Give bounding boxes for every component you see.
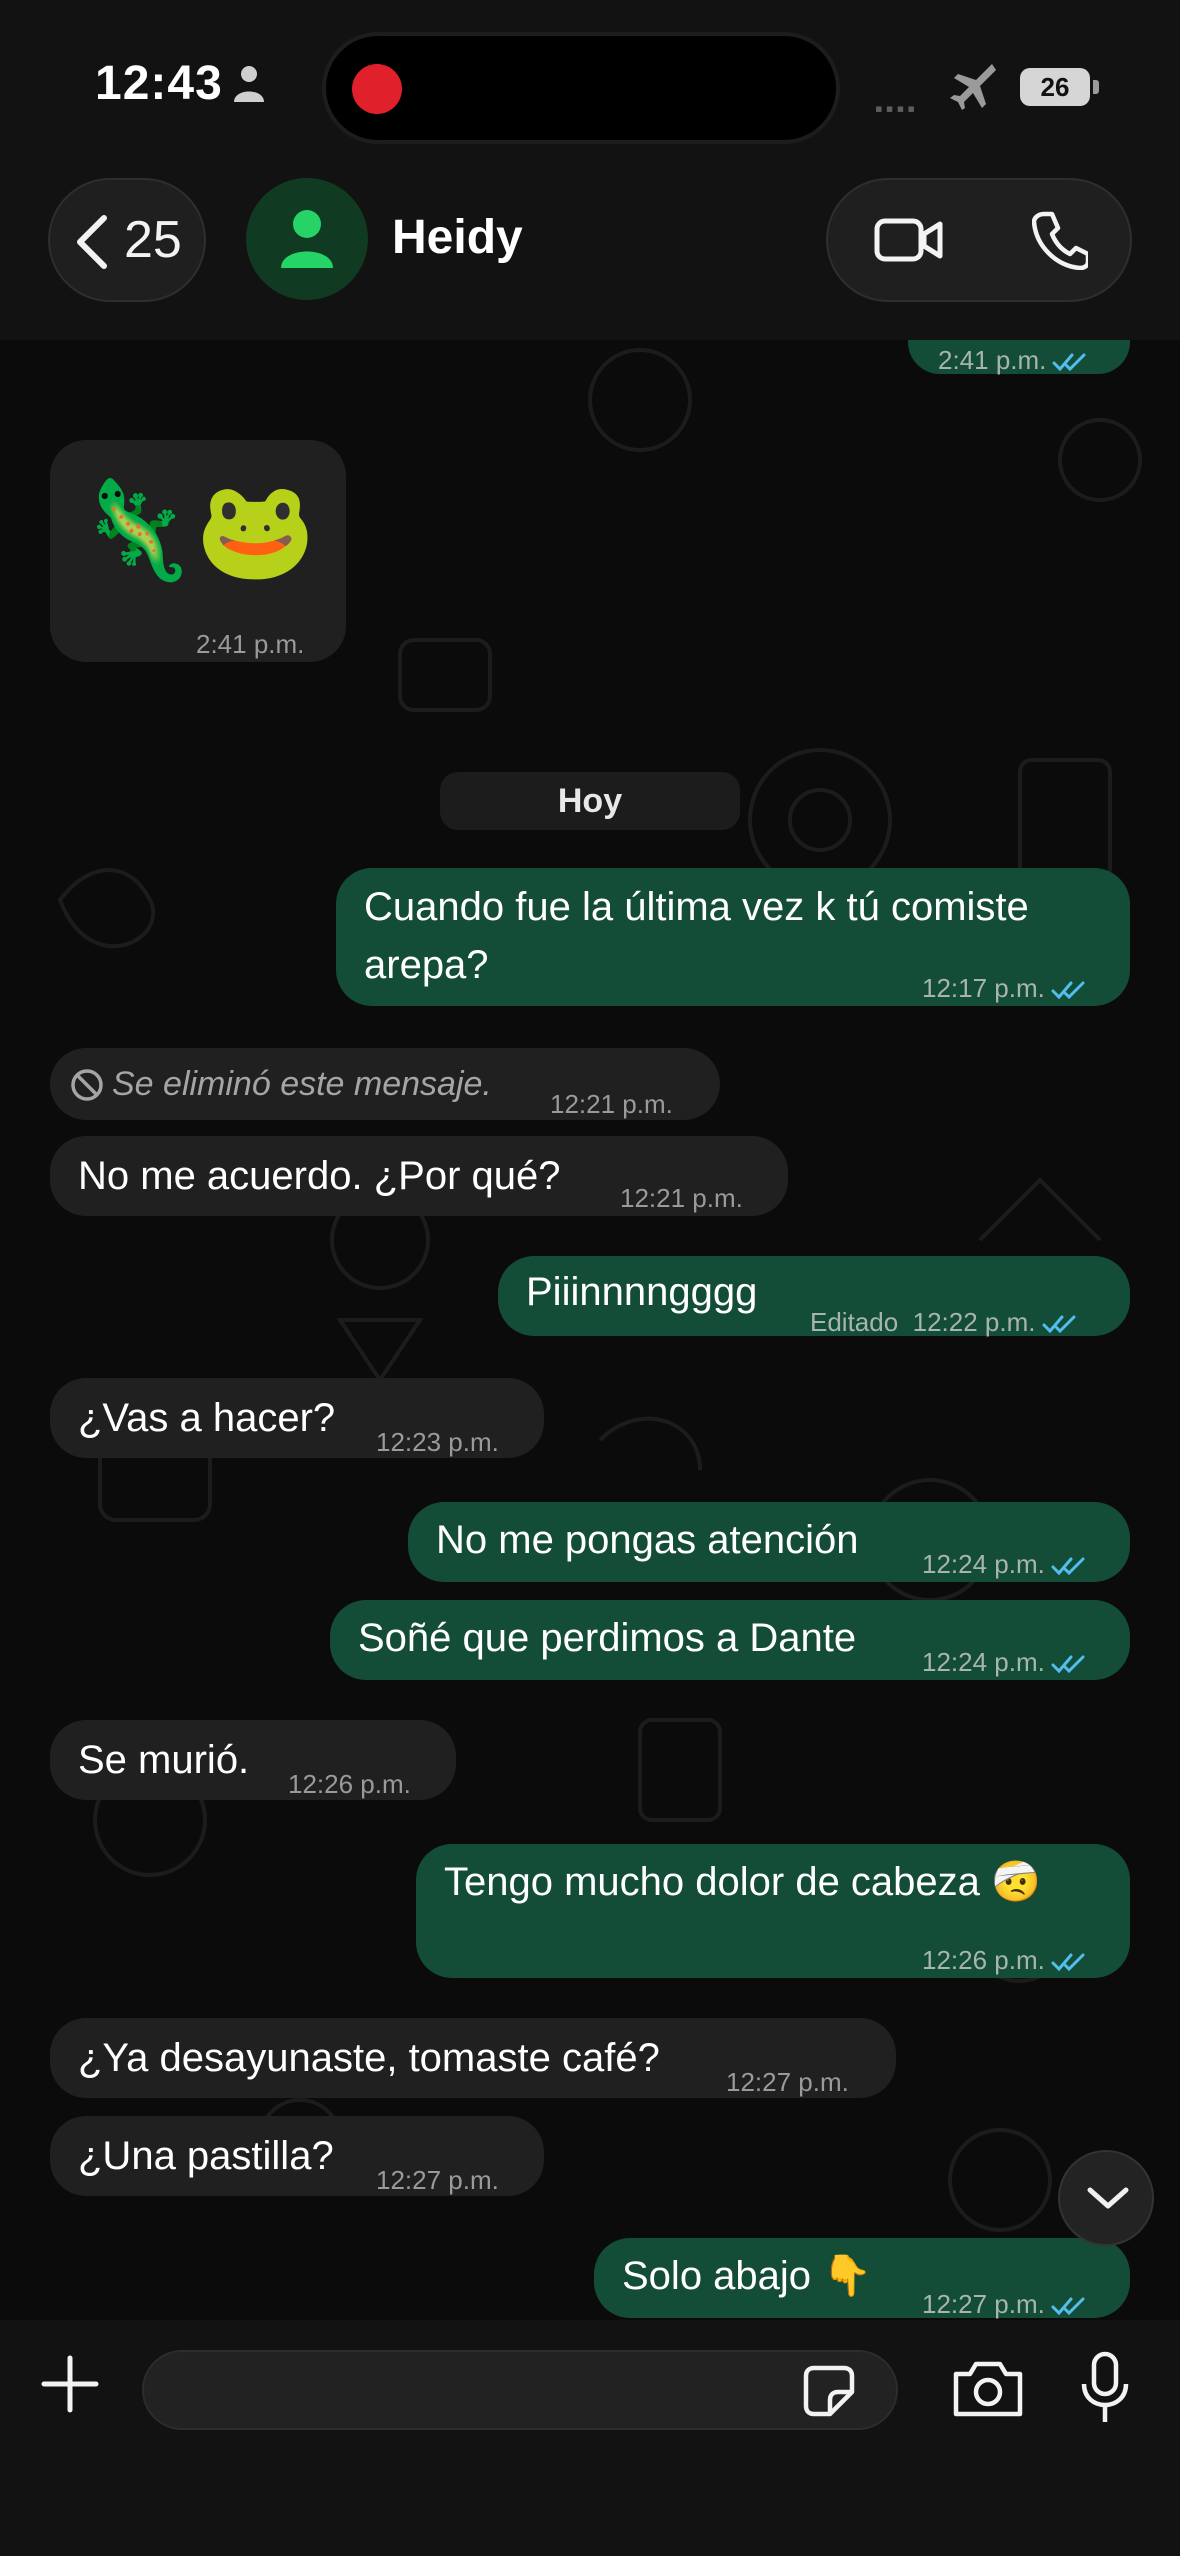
- message-time: 12:26 p.m.: [288, 1769, 411, 1799]
- camera-icon[interactable]: [950, 2358, 1026, 2418]
- message-time: 12:22 p.m.: [912, 1307, 1036, 1337]
- composer-bar: [0, 2320, 1180, 2556]
- message-outgoing[interactable]: Solo abajo 👇 12:27 p.m.: [594, 2238, 1130, 2319]
- message-time: 12:24 p.m.: [922, 1647, 1045, 1677]
- message-incoming-deleted[interactable]: Se eliminó este mensaje. 12:21 p.m.: [50, 1048, 720, 1120]
- status-time: 12:43: [95, 57, 223, 110]
- message-time: 12:24 p.m.: [922, 1549, 1045, 1579]
- chevron-left-icon: [77, 215, 107, 269]
- avatar[interactable]: [246, 178, 368, 300]
- message-input[interactable]: [142, 2350, 898, 2430]
- message-outgoing[interactable]: No me pongas atención 12:24 p.m.: [408, 1502, 1130, 1582]
- video-camera-icon[interactable]: [874, 216, 944, 264]
- message-time: 12:21 p.m.: [620, 1183, 743, 1213]
- message-text: ¿Una pastilla?: [78, 2134, 334, 2178]
- message-incoming[interactable]: Se murió. 12:26 p.m.: [50, 1720, 456, 1800]
- battery-icon: 26: [1020, 68, 1090, 106]
- message-time: 12:23 p.m.: [376, 1427, 499, 1457]
- message-text: ¿Vas a hacer?: [78, 1396, 336, 1440]
- deleted-icon: [71, 1069, 103, 1101]
- message-text: Se murió.: [78, 1738, 250, 1782]
- message-outgoing[interactable]: Soñé que perdimos a Dante 12:24 p.m.: [330, 1600, 1130, 1680]
- double-check-icon: [1042, 1315, 1075, 1334]
- message-text: Soñé que perdimos a Dante: [358, 1616, 857, 1660]
- phone-icon[interactable]: [1032, 210, 1088, 270]
- message-incoming[interactable]: ¿Ya desayunaste, tomaste café? 12:27 p.m…: [50, 2018, 896, 2098]
- back-button[interactable]: 25: [48, 178, 206, 302]
- message-text: Piiinnnngggg: [526, 1270, 758, 1314]
- message-text: Se eliminó este mensaje.: [112, 1065, 492, 1103]
- message-incoming[interactable]: ¿Vas a hacer? 12:23 p.m.: [50, 1378, 544, 1458]
- message-text: No me pongas atención: [436, 1518, 859, 1562]
- sticker-icon[interactable]: [800, 2362, 858, 2420]
- message-time: 2:41 p.m.: [938, 345, 1047, 375]
- message-outgoing[interactable]: 2:41 p.m.: [908, 340, 1130, 375]
- message-time: 12:21 p.m.: [550, 1089, 673, 1119]
- message-time: 12:17 p.m.: [922, 973, 1045, 1003]
- plus-icon[interactable]: [38, 2352, 102, 2416]
- message-time: 12:26 p.m.: [922, 1945, 1045, 1975]
- recording-indicator: [352, 64, 402, 114]
- scroll-to-bottom-button[interactable]: [1058, 2150, 1154, 2246]
- message-incoming[interactable]: ¿Una pastilla? 12:27 p.m.: [50, 2116, 544, 2196]
- double-check-icon: [1051, 981, 1085, 1000]
- message-text: 🦎🐸: [76, 477, 316, 584]
- chat-header: 25 Heidy: [0, 170, 1180, 340]
- signal-strength: ▪▪▪▪: [875, 96, 919, 121]
- message-time: 12:27 p.m.: [376, 2165, 499, 2195]
- airplane-mode-icon: [950, 64, 996, 110]
- double-check-icon: [1051, 1557, 1085, 1576]
- date-separator: Hoy: [440, 772, 740, 830]
- message-outgoing[interactable]: Piiinnnngggg Editado 12:22 p.m.: [498, 1256, 1130, 1337]
- message-text: ¿Ya desayunaste, tomaste café?: [78, 2036, 660, 2080]
- contact-name[interactable]: Heidy: [392, 210, 523, 265]
- message-incoming[interactable]: No me acuerdo. ¿Por qué? 12:21 p.m.: [50, 1136, 788, 1216]
- chevron-down-icon: [1087, 2187, 1129, 2209]
- message-outgoing[interactable]: Cuando fue la última vez k tú comiste ar…: [336, 868, 1130, 1006]
- person-icon: [234, 66, 264, 102]
- edited-label: Editado: [810, 1307, 899, 1337]
- message-time: 12:27 p.m.: [922, 2289, 1045, 2319]
- status-bar: 12:43 ▪▪▪▪ 26: [0, 0, 1180, 170]
- avatar-person-icon: [281, 210, 333, 268]
- message-time: 2:41 p.m.: [196, 629, 305, 659]
- unread-count: 25: [124, 211, 182, 269]
- message-text: Tengo mucho dolor de cabeza 🤕: [444, 1860, 1041, 1904]
- message-outgoing[interactable]: Tengo mucho dolor de cabeza 🤕 12:26 p.m.: [416, 1844, 1130, 1978]
- call-actions: [826, 178, 1132, 302]
- chat-area[interactable]: 2:41 p.m. 🦎🐸 2:41 p.m. Hoy Cuando fue la…: [0, 340, 1180, 2320]
- battery-cap: [1093, 80, 1099, 94]
- message-incoming[interactable]: 🦎🐸 2:41 p.m.: [50, 440, 346, 662]
- double-check-icon: [1052, 353, 1086, 372]
- message-text: Solo abajo 👇: [622, 2254, 872, 2298]
- double-check-icon: [1051, 2297, 1085, 2316]
- message-time: 12:27 p.m.: [726, 2067, 849, 2097]
- microphone-icon[interactable]: [1080, 2350, 1130, 2426]
- double-check-icon: [1051, 1953, 1085, 1972]
- double-check-icon: [1051, 1655, 1085, 1674]
- message-text: No me acuerdo. ¿Por qué?: [78, 1154, 561, 1198]
